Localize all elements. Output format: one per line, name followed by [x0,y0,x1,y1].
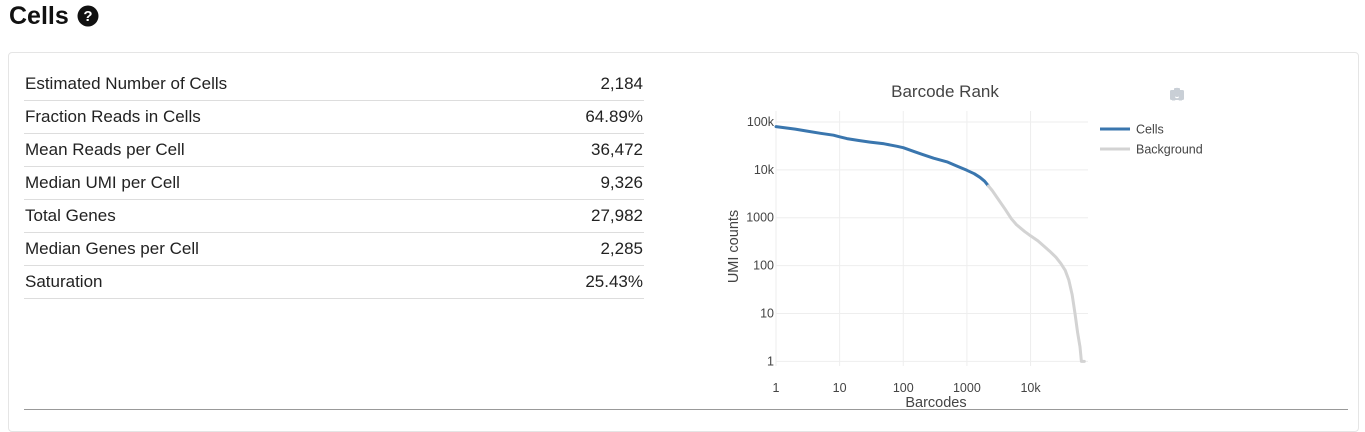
metric-row: Median UMI per Cell 9,326 [24,167,644,200]
series-line-cells [774,125,990,188]
y-axis-title: UMI counts [726,210,742,283]
legend-label: Background [1136,143,1203,157]
y-tick-label: 1 [767,354,774,368]
page-title: Cells [9,1,69,30]
x-tick-label: 100 [893,381,914,395]
x-tick-label: 10k [1020,381,1041,395]
metric-label: Estimated Number of Cells [25,74,228,93]
svg-text:?: ? [83,8,92,25]
metric-row: Fraction Reads in Cells 64.89% [24,101,644,134]
metrics-table: Estimated Number of Cells 2,184 Fraction R… [24,68,644,299]
metric-value: 2,285 [600,239,643,258]
bottom-divider [24,409,1348,410]
x-tick-label: 1000 [953,381,981,395]
metric-row: Estimated Number of Cells 2,184 [24,68,644,101]
y-tick-label: 10k [754,163,775,177]
metric-label: Mean Reads per Cell [25,140,185,159]
home-icon[interactable] [1169,86,1185,102]
question-circle-icon[interactable]: ? [77,5,99,27]
y-tick-label: 1000 [746,211,774,225]
x-tick-label: 1 [773,381,780,395]
metric-label: Median Genes per Cell [25,239,199,258]
barcode-rank-chart: Barcode Rank 1 10 100 1000 10k 1 10 100 1000 10k 10… [700,70,1260,415]
metric-value: 27,982 [591,206,643,225]
metric-label: Saturation [25,272,103,291]
y-tick-label: 100k [747,115,775,129]
metric-row: Median Genes per Cell 2,285 [24,233,644,266]
legend-label: Cells [1136,123,1164,137]
series-line-background [987,184,1086,363]
y-tick-label: 10 [760,306,774,320]
metric-value: 25.43% [585,272,643,291]
metric-value: 2,184 [600,74,643,93]
metric-label: Fraction Reads in Cells [25,107,201,126]
chart-title: Barcode Rank [891,82,999,101]
page-header: Cells ? [9,0,99,32]
metric-label: Total Genes [25,206,116,225]
barcode-rank-plot: Barcode Rank 1 10 100 1000 10k 1 10 100 1000 10k 10… [726,82,1203,411]
metric-row: Saturation 25.43% [24,266,644,299]
metric-row: Total Genes 27,982 [24,200,644,233]
metric-label: Median UMI per Cell [25,173,180,192]
metric-value: 9,326 [600,173,643,192]
metric-row: Mean Reads per Cell 36,472 [24,134,644,167]
y-tick-label: 100 [753,259,774,273]
x-tick-label: 10 [833,381,847,395]
metric-value: 64.89% [585,107,643,126]
metric-value: 36,472 [591,140,643,159]
